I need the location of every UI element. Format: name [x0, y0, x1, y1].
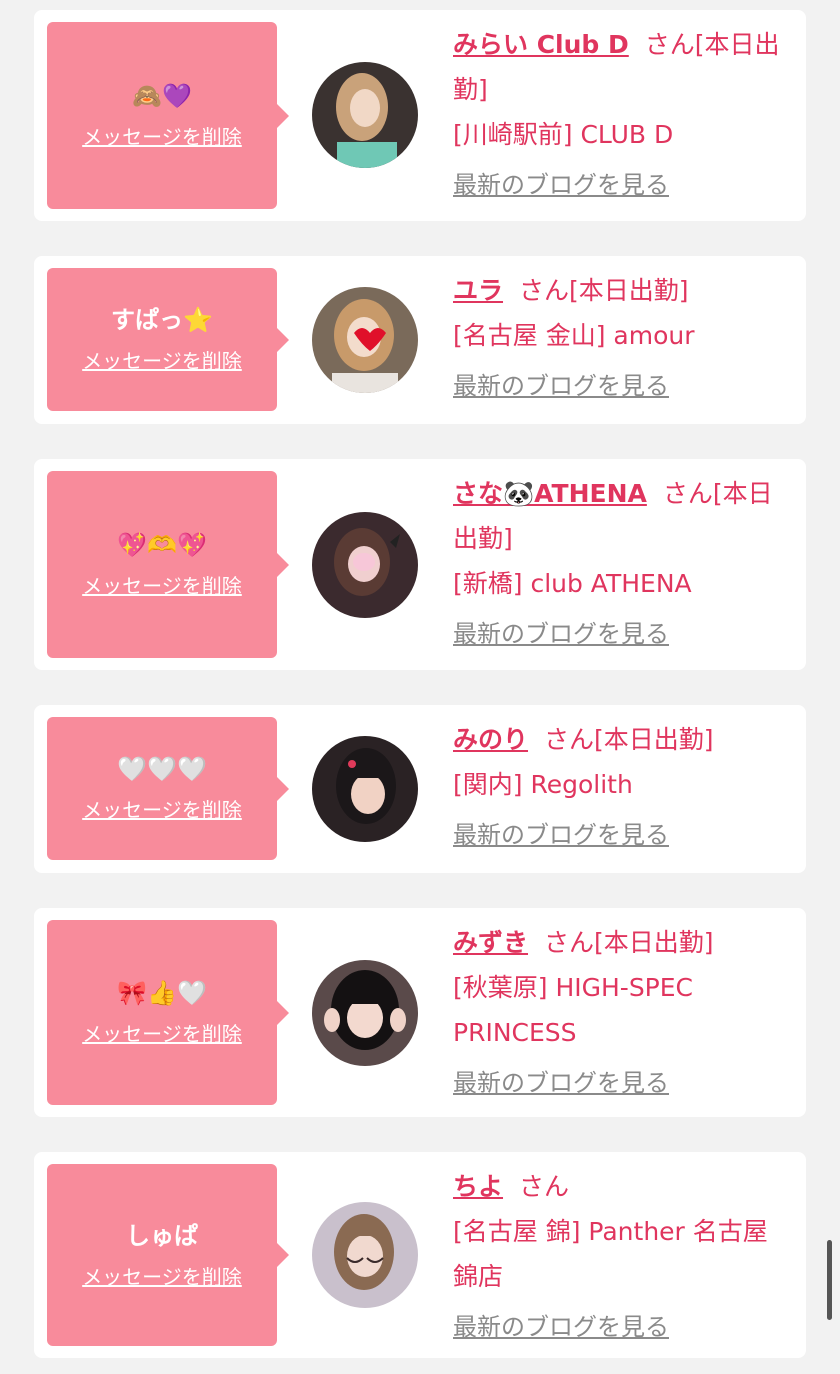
- shop-text: [関内] Regolith: [453, 770, 633, 799]
- honorific: さん: [544, 928, 595, 957]
- avatar[interactable]: [312, 1202, 418, 1308]
- shop-text: [秋葉原] HIGH-SPEC PRINCESS: [453, 973, 694, 1047]
- cast-name-link[interactable]: みのり: [453, 725, 528, 754]
- latest-blog-link[interactable]: 最新のブログを見る: [453, 1305, 783, 1350]
- message-bubble: 💖🫶💖 メッセージを削除: [47, 471, 289, 658]
- honorific: さん: [519, 1172, 570, 1201]
- status-text: [本日出勤]: [569, 276, 689, 305]
- message-bubble: すぱっ⭐ メッセージを削除: [47, 268, 289, 411]
- latest-blog-link[interactable]: 最新のブログを見る: [453, 364, 783, 409]
- latest-blog-link[interactable]: 最新のブログを見る: [453, 813, 783, 858]
- message-card: 🎀👍🤍 メッセージを削除 みずき さん[本日出勤] [秋葉原] HIGH-SPEC…: [34, 908, 806, 1117]
- message-text: しゅぱ: [126, 1221, 198, 1250]
- cast-info: みのり さん[本日出勤] [関内] Regolith 最新のブログを見る: [453, 717, 783, 858]
- message-bubble: 🎀👍🤍 メッセージを削除: [47, 920, 289, 1105]
- cast-info: さな🐼ATHENA さん[本日出勤] [新橋] club ATHENA 最新のブロ…: [453, 471, 783, 657]
- message-bubble: 🙈💜 メッセージを削除: [47, 22, 289, 209]
- cast-name-link[interactable]: みらい Club D: [453, 30, 629, 59]
- cast-info: みらい Club D さん[本日出勤] [川崎駅前] CLUB D 最新のブログを…: [453, 22, 783, 208]
- avatar[interactable]: [312, 62, 418, 168]
- cast-info: みずき さん[本日出勤] [秋葉原] HIGH-SPEC PRINCESS 最新の…: [453, 920, 783, 1106]
- honorific: さん: [519, 276, 570, 305]
- message-card: 🙈💜 メッセージを削除 みらい Club D さん[本日出勤] [川崎駅前] CL…: [34, 10, 806, 221]
- latest-blog-link[interactable]: 最新のブログを見る: [453, 1061, 783, 1106]
- cast-info: ちよ さん [名古屋 錦] Panther 名古屋錦店 最新のブログを見る: [453, 1164, 783, 1350]
- delete-message-link[interactable]: メッセージを削除: [82, 794, 242, 823]
- delete-message-link[interactable]: メッセージを削除: [82, 1261, 242, 1290]
- honorific: さん: [544, 725, 595, 754]
- message-bubble: しゅぱ メッセージを削除: [47, 1164, 289, 1346]
- message-card: しゅぱ メッセージを削除 ちよ さん [名古屋 錦] Panther 名古屋錦店 …: [34, 1152, 806, 1358]
- latest-blog-link[interactable]: 最新のブログを見る: [453, 163, 783, 208]
- avatar[interactable]: [312, 736, 418, 842]
- avatar[interactable]: [312, 960, 418, 1066]
- shop-text: [名古屋 錦] Panther 名古屋錦店: [453, 1217, 768, 1291]
- delete-message-link[interactable]: メッセージを削除: [82, 1018, 242, 1047]
- shop-text: [名古屋 金山] amour: [453, 321, 695, 350]
- message-bubble: 🤍🤍🤍 メッセージを削除: [47, 717, 289, 860]
- avatar[interactable]: [312, 287, 418, 393]
- delete-message-link[interactable]: メッセージを削除: [82, 345, 242, 374]
- message-list: 🙈💜 メッセージを削除 みらい Club D さん[本日出勤] [川崎駅前] CL…: [0, 0, 840, 1374]
- latest-blog-link[interactable]: 最新のブログを見る: [453, 612, 783, 657]
- shop-text: [新橋] club ATHENA: [453, 569, 692, 598]
- message-card: すぱっ⭐ メッセージを削除 ユラ さん[本日出勤] [名古屋 金山] amour …: [34, 256, 806, 424]
- honorific: さん: [662, 479, 713, 508]
- status-text: [本日出勤]: [594, 725, 714, 754]
- cast-name-link[interactable]: ちよ: [453, 1172, 503, 1201]
- status-text: [本日出勤]: [594, 928, 714, 957]
- delete-message-link[interactable]: メッセージを削除: [82, 121, 242, 150]
- message-text: 🙈💜: [132, 82, 192, 110]
- delete-message-link[interactable]: メッセージを削除: [82, 570, 242, 599]
- message-text: すぱっ⭐: [111, 306, 213, 334]
- avatar[interactable]: [312, 512, 418, 618]
- scrollbar[interactable]: [827, 1240, 832, 1320]
- message-text: 💖🫶💖: [117, 531, 207, 559]
- shop-text: [川崎駅前] CLUB D: [453, 120, 674, 149]
- message-card: 🤍🤍🤍 メッセージを削除 みのり さん[本日出勤] [関内] Regolith 最…: [34, 705, 806, 873]
- message-text: 🤍🤍🤍: [117, 755, 207, 783]
- message-text: 🎀👍🤍: [117, 979, 207, 1007]
- cast-info: ユラ さん[本日出勤] [名古屋 金山] amour 最新のブログを見る: [453, 268, 783, 409]
- honorific: さん: [644, 30, 695, 59]
- message-card: 💖🫶💖 メッセージを削除 さな🐼ATHENA さん[本日出勤] [新橋] club…: [34, 459, 806, 670]
- cast-name-link[interactable]: ユラ: [453, 276, 503, 305]
- cast-name-link[interactable]: みずき: [453, 928, 528, 957]
- cast-name-link[interactable]: さな🐼ATHENA: [453, 479, 647, 508]
